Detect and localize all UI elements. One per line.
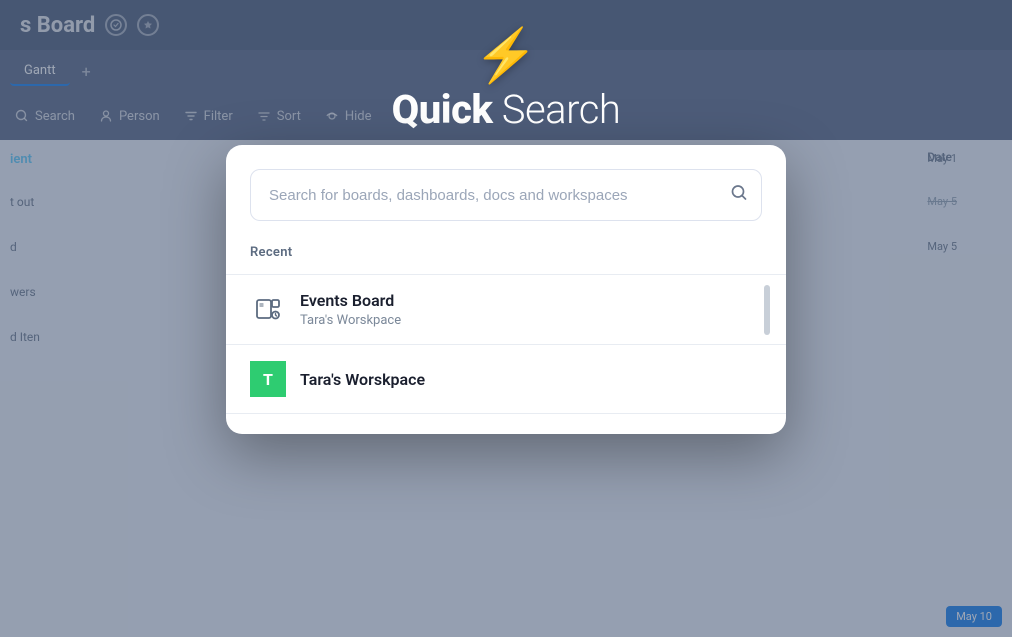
overlay: ⚡ Quick Search Recent: [0, 0, 1012, 637]
lightning-icon: ⚡: [474, 30, 539, 82]
workspace-avatar: T: [250, 361, 286, 397]
recent-section-label: Recent: [250, 245, 762, 260]
result-subtitle-events-board: Tara's Worskpace: [300, 313, 401, 328]
search-input[interactable]: [250, 169, 762, 221]
dialog-title: Quick Search: [392, 86, 621, 133]
search-wrapper: [250, 169, 762, 221]
board-icon: [250, 292, 286, 328]
result-item-workspace[interactable]: T Tara's Worskpace: [250, 345, 762, 413]
search-submit-button[interactable]: [730, 184, 748, 207]
dialog-title-bold: Quick: [392, 86, 493, 133]
search-panel: Recent Events Board Tara's Worskpace: [226, 145, 786, 434]
result-title-workspace: Tara's Worskpace: [300, 370, 425, 389]
scrollbar-hint: [764, 285, 770, 335]
result-text-workspace: Tara's Worskpace: [300, 370, 425, 389]
result-text-events-board: Events Board Tara's Worskpace: [300, 291, 401, 328]
divider-bottom: [226, 413, 786, 414]
workspace-avatar-letter: T: [250, 361, 286, 397]
dialog-title-light: Search: [502, 86, 621, 133]
result-title-events-board: Events Board: [300, 291, 401, 310]
quick-search-dialog: ⚡ Quick Search Recent: [226, 30, 786, 434]
dialog-header: ⚡ Quick Search: [392, 30, 621, 133]
result-item-events-board[interactable]: Events Board Tara's Worskpace: [250, 275, 762, 344]
